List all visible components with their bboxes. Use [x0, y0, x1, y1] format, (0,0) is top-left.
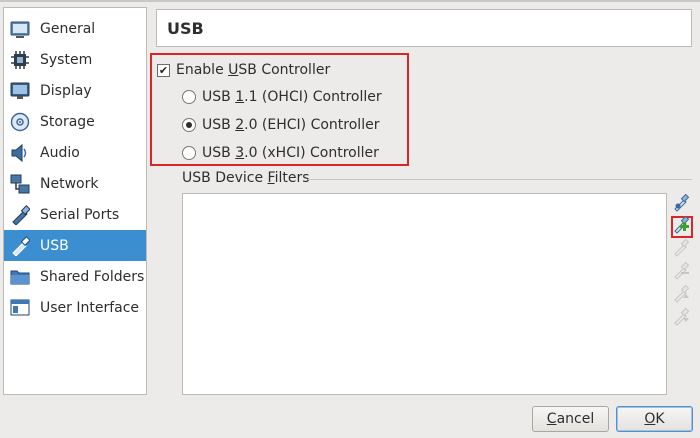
enable-usb-label: Enable USB Controller: [176, 62, 331, 78]
sidebar-item-shared-folders[interactable]: Shared Folders: [4, 261, 146, 292]
sidebar-item-label: General: [40, 20, 96, 37]
sidebar-item-label: User Interface: [40, 299, 140, 316]
sidebar-item-audio[interactable]: Audio: [4, 137, 146, 168]
page-title-text: USB: [167, 18, 204, 38]
window-top-border: [0, 0, 700, 2]
sidebar-item-display[interactable]: Display: [4, 75, 146, 106]
sidebar-item-label: USB: [40, 237, 69, 254]
radio-circle[interactable]: [182, 118, 196, 132]
filters-separator: [308, 179, 692, 180]
audio-icon: [9, 142, 31, 164]
enable-usb-checkbox[interactable]: ✔ Enable USB Controller: [157, 59, 330, 81]
sidebar-item-label: Shared Folders: [40, 268, 145, 285]
checkbox-box[interactable]: ✔: [157, 63, 170, 77]
display-icon: [9, 80, 31, 102]
sidebar-item-label: Serial Ports: [40, 206, 120, 223]
storage-icon: [9, 111, 31, 133]
add-filter-button[interactable]: [671, 193, 693, 216]
usb1-label: USB 1.1 (OHCI) Controller: [202, 89, 382, 105]
cancel-button[interactable]: Cancel: [532, 406, 609, 432]
edit-filter-button[interactable]: [671, 238, 693, 261]
sidebar-item-general[interactable]: General: [4, 13, 146, 44]
sidebar-item-label: Display: [40, 82, 92, 99]
radio-circle[interactable]: [182, 90, 196, 104]
serial-ports-icon: [9, 204, 31, 226]
usb3-radio[interactable]: USB 3.0 (xHCI) Controller: [182, 142, 379, 164]
usb3-label: USB 3.0 (xHCI) Controller: [202, 145, 379, 161]
sidebar-item-label: Audio: [40, 144, 80, 161]
network-icon: [9, 173, 31, 195]
ok-button-label: OK: [644, 411, 665, 427]
sidebar-item-label: System: [40, 51, 93, 68]
sidebar-item-network[interactable]: Network: [4, 168, 146, 199]
move-down-icon: [673, 307, 691, 330]
ok-button[interactable]: OK: [616, 406, 693, 432]
sidebar-item-label: Network: [40, 175, 99, 192]
add-filter-icon: [673, 193, 691, 216]
move-up-icon: [673, 284, 691, 307]
shared-folders-icon: [9, 266, 31, 288]
sidebar-item-storage[interactable]: Storage: [4, 106, 146, 137]
add-from-device-button[interactable]: [671, 215, 693, 238]
usb2-radio[interactable]: USB 2.0 (EHCI) Controller: [182, 114, 379, 136]
usb2-label: USB 2.0 (EHCI) Controller: [202, 117, 380, 133]
sidebar-item-serial-ports[interactable]: Serial Ports: [4, 199, 146, 230]
remove-filter-icon: [673, 261, 691, 284]
user-interface-icon: [9, 297, 31, 319]
sidebar-item-usb[interactable]: USB: [4, 230, 146, 261]
edit-filter-icon: [673, 238, 691, 261]
sidebar-item-label: Storage: [40, 113, 95, 130]
cancel-button-label: Cancel: [546, 411, 595, 427]
radio-circle[interactable]: [182, 146, 196, 160]
usb-device-filters-label: USB Device Filters: [182, 170, 310, 186]
move-up-button[interactable]: [671, 284, 693, 307]
usb1-radio[interactable]: USB 1.1 (OHCI) Controller: [182, 86, 382, 108]
sidebar-item-system[interactable]: System: [4, 44, 146, 75]
usb-filters-list[interactable]: [182, 193, 667, 395]
move-down-button[interactable]: [671, 307, 693, 330]
usb-icon: [9, 235, 31, 257]
settings-sidebar: General System Display Storage Audio Net…: [3, 7, 147, 395]
general-icon: [9, 18, 31, 40]
sidebar-item-user-interface[interactable]: User Interface: [4, 292, 146, 323]
remove-filter-button[interactable]: [671, 261, 693, 284]
add-from-device-icon: [673, 215, 691, 238]
system-icon: [9, 49, 31, 71]
page-title: USB: [156, 9, 692, 47]
